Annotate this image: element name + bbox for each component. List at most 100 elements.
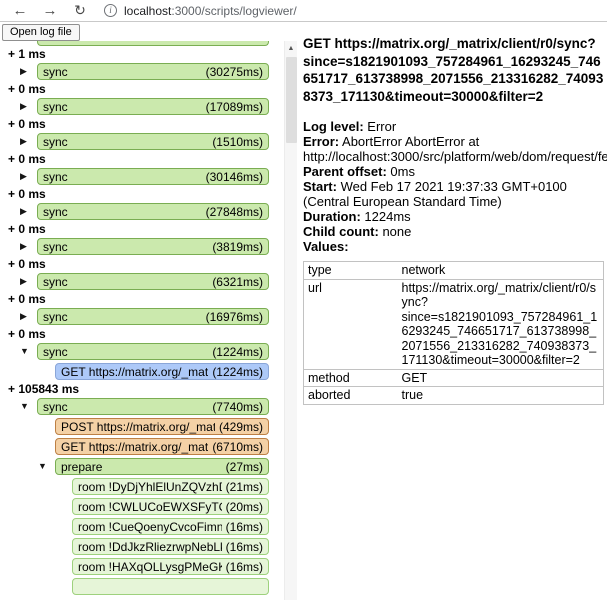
- node-duration: (429ms): [219, 420, 263, 434]
- expand-arrow-icon[interactable]: ▶: [20, 67, 27, 76]
- detail-title-url: https://matrix.org/_matrix/client/r0/syn…: [303, 36, 603, 104]
- node-duration: (3819ms): [212, 240, 263, 254]
- value-key: aborted: [304, 387, 398, 405]
- node-caption: sync: [43, 65, 68, 79]
- field-value: 1224ms: [361, 209, 411, 224]
- node-caption: room !DyDjYhlElUnZQVzhD…: [78, 480, 222, 494]
- detail-field: Error: AbortError AbortError athttp://lo…: [303, 134, 604, 164]
- tree-node[interactable]: sync (17089ms): [37, 98, 269, 115]
- tree-row: GET https://matrix.org/_matri… (1224ms): [0, 363, 283, 380]
- address-bar[interactable]: localhost:3000/scripts/logviewer/: [124, 4, 297, 18]
- scrollbar-thumb[interactable]: [286, 57, 297, 143]
- detail-field: Parent offset: 0ms: [303, 164, 604, 179]
- value-content: GET: [398, 369, 604, 387]
- tree-node[interactable]: sync (30146ms): [37, 168, 269, 185]
- tree-offset-label: + 105843 ms: [8, 383, 283, 396]
- expand-arrow-icon[interactable]: ▶: [20, 277, 27, 286]
- expand-arrow-icon[interactable]: ▶: [20, 137, 27, 146]
- tree-row: GET https://matrix.org/_matri… (6710ms): [0, 438, 283, 455]
- node-duration: (27848ms): [206, 205, 263, 219]
- scrollbar-track[interactable]: ▲: [284, 41, 297, 600]
- tree-row: ▶ sync (3819ms): [0, 238, 283, 255]
- values-row: type network: [304, 262, 604, 280]
- node-caption: GET https://matrix.org/_matri…: [61, 440, 208, 454]
- field-value: Wed Feb 17 2021 19:37:33 GMT+0100 (Centr…: [303, 179, 567, 209]
- url-host: localhost: [124, 4, 171, 18]
- tree-row: ▶ sync (30275ms): [0, 63, 283, 80]
- node-caption: sync: [43, 100, 68, 114]
- node-caption: GET https://matrix.org/_matri…: [61, 365, 208, 379]
- expand-arrow-icon[interactable]: ▶: [20, 312, 27, 321]
- node-duration: (27ms): [226, 460, 263, 474]
- node-duration: (1224ms): [212, 345, 263, 359]
- tree-node-selected[interactable]: GET https://matrix.org/_matri… (1224ms): [55, 363, 269, 380]
- field-value: AbortError AbortError at: [339, 134, 479, 149]
- node-duration: (7740ms): [212, 400, 263, 414]
- node-duration: (6710ms): [212, 440, 263, 454]
- reload-icon[interactable]: ↻: [70, 3, 90, 18]
- tree-node[interactable]: room !CWLUCoEWXSFyTC… (20ms): [72, 498, 269, 515]
- tree-row: room !DdJkzRliezrwpNebLk:… (16ms): [0, 538, 283, 555]
- expand-arrow-icon[interactable]: ▶: [20, 172, 27, 181]
- tree-node[interactable]: prepare (27ms): [55, 458, 269, 475]
- tree-node[interactable]: sync (1510ms): [37, 133, 269, 150]
- field-value: 0ms: [387, 164, 415, 179]
- node-caption: sync: [43, 400, 68, 414]
- detail-field: Start: Wed Feb 17 2021 19:37:33 GMT+0100…: [303, 179, 604, 209]
- node-duration: (16ms): [226, 540, 263, 554]
- tree-row: ▶ sync (27848ms): [0, 203, 283, 220]
- tree-node[interactable]: sync (1224ms): [37, 343, 269, 360]
- open-log-file-button[interactable]: Open log file: [2, 24, 80, 41]
- node-duration: (17089ms): [206, 100, 263, 114]
- tree-node[interactable]: POST https://matrix.org/_matri… (429ms): [55, 418, 269, 435]
- site-info-icon[interactable]: i: [104, 4, 117, 17]
- node-duration: (16ms): [226, 520, 263, 534]
- detail-title-method: GET: [303, 36, 331, 51]
- tree-row: ▼ prepare (27ms): [0, 458, 283, 475]
- tree-node[interactable]: sync (3819ms): [37, 238, 269, 255]
- values-row: url https://matrix.org/_matrix/client/r0…: [304, 279, 604, 369]
- value-content: network: [398, 262, 604, 280]
- tree-offset-label: + 0 ms: [8, 293, 283, 306]
- tree-row: room !DyDjYhlElUnZQVzhD… (21ms): [0, 478, 283, 495]
- tree-node[interactable]: [72, 578, 269, 595]
- tree-node[interactable]: room !HAXqOLLysgPMeGKh… (16ms): [72, 558, 269, 575]
- expand-arrow-icon[interactable]: ▼: [20, 402, 29, 411]
- tree-node[interactable]: sync (30275ms): [37, 63, 269, 80]
- detail-field: Child count: none: [303, 224, 604, 239]
- node-duration: (21ms): [226, 480, 263, 494]
- node-caption: sync: [43, 310, 68, 324]
- scroll-up-button[interactable]: ▲: [285, 41, 297, 55]
- node-caption: sync: [43, 205, 68, 219]
- tree-node[interactable]: sync (7740ms): [37, 398, 269, 415]
- tree-row: room !CueQoenyCvcoFimnsf… (16ms): [0, 518, 283, 535]
- tree-node[interactable]: room !DyDjYhlElUnZQVzhD… (21ms): [72, 478, 269, 495]
- tree-offset-label: + 0 ms: [8, 153, 283, 166]
- tree-node[interactable]: room !DdJkzRliezrwpNebLk:… (16ms): [72, 538, 269, 555]
- node-duration: (16ms): [226, 560, 263, 574]
- tree-node[interactable]: GET https://matrix.org/_matri… (6710ms): [55, 438, 269, 455]
- tree-node[interactable]: sync (16976ms): [37, 308, 269, 325]
- tree-row: room !HAXqOLLysgPMeGKh… (16ms): [0, 558, 283, 575]
- expand-arrow-icon[interactable]: ▼: [20, 347, 29, 356]
- expand-arrow-icon[interactable]: ▶: [20, 102, 27, 111]
- tree-node[interactable]: sync (6321ms): [37, 273, 269, 290]
- node-caption: room !DdJkzRliezrwpNebLk:…: [78, 540, 222, 554]
- tree-node[interactable]: room !CueQoenyCvcoFimnsf… (16ms): [72, 518, 269, 535]
- expand-arrow-icon[interactable]: ▼: [38, 462, 47, 471]
- node-caption: POST https://matrix.org/_matri…: [61, 420, 215, 434]
- expand-arrow-icon[interactable]: ▶: [20, 207, 27, 216]
- url-path: :3000/scripts/logviewer/: [171, 4, 296, 18]
- tree-row: POST https://matrix.org/_matri… (429ms): [0, 418, 283, 435]
- expand-arrow-icon[interactable]: ▶: [20, 242, 27, 251]
- back-icon[interactable]: ←: [10, 3, 30, 18]
- node-duration: (30275ms): [206, 65, 263, 79]
- node-duration: (30146ms): [206, 170, 263, 184]
- node-duration: (20ms): [226, 500, 263, 514]
- tree-node-clipped[interactable]: [37, 41, 269, 46]
- node-caption: sync: [43, 135, 68, 149]
- node-caption: room !CueQoenyCvcoFimnsf…: [78, 520, 222, 534]
- forward-icon[interactable]: →: [40, 3, 60, 18]
- tree-offset-label: + 0 ms: [8, 83, 283, 96]
- tree-node[interactable]: sync (27848ms): [37, 203, 269, 220]
